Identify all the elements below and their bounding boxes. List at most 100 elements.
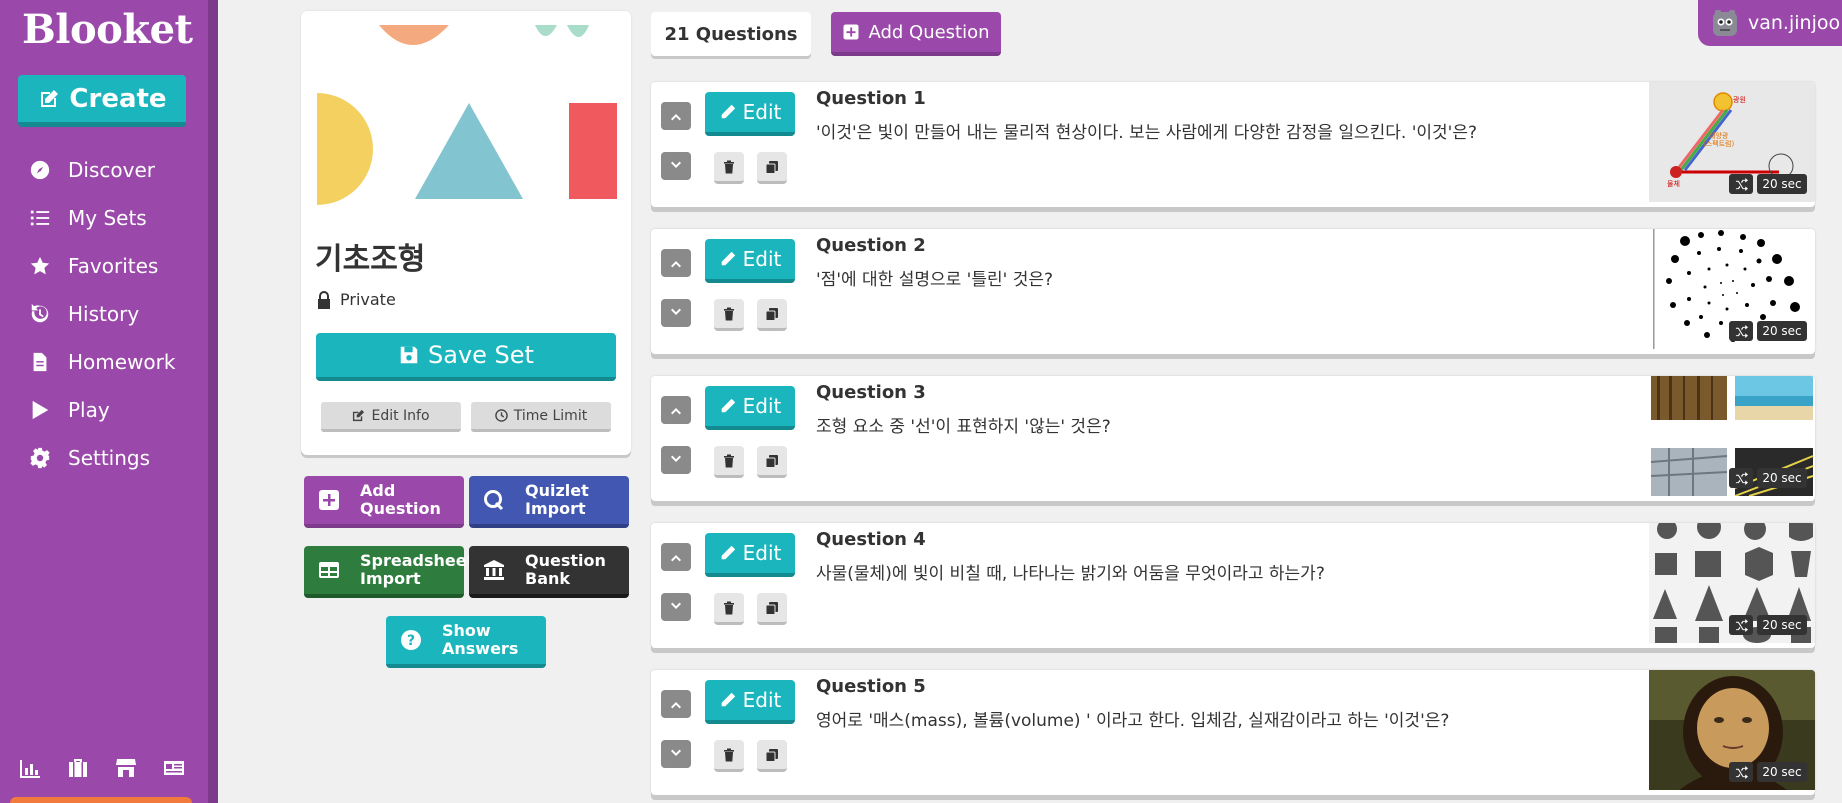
chevron-down-icon [671,455,681,462]
plus-square-icon [316,487,342,513]
sidebar-item-discover[interactable]: Discover [28,146,175,194]
delete-question-button[interactable] [714,152,744,184]
delete-question-button[interactable] [714,299,744,331]
copy-icon [765,160,778,174]
sidebar-item-favorites[interactable]: Favorites [28,242,175,290]
plus-square-icon [843,24,859,40]
sidebar-item-label: History [68,302,140,326]
pencil-icon [721,251,735,266]
stats-icon[interactable] [18,756,42,780]
pencil-icon [721,104,735,119]
time-limit-badge[interactable]: 20 sec [1757,174,1807,194]
question-circle-icon: ? [398,627,424,653]
edit-question-button[interactable]: Edit [705,92,795,136]
add-question-top-button[interactable]: Add Question [831,12,1001,56]
compass-icon [28,158,52,182]
question-bank-button[interactable]: Question Bank [469,546,629,598]
copy-icon [765,748,778,762]
move-up-button[interactable] [661,543,691,571]
play-icon [28,398,52,422]
question-text: 영어로 '매스(mass), 볼륨(volume) ' 이라고 한다. 입체감,… [816,711,1450,731]
store-icon[interactable] [114,756,138,780]
copy-question-button[interactable] [757,446,787,478]
trash-icon [724,160,734,173]
edit-label: Edit [742,100,782,124]
sidebar-item-my-sets[interactable]: My Sets [28,194,175,242]
copy-question-button[interactable] [757,593,787,625]
edit-question-button[interactable]: Edit [705,680,795,724]
edit-question-button[interactable]: Edit [705,533,795,577]
edit-question-button[interactable]: Edit [705,239,795,283]
pencil-icon [721,398,735,413]
copy-question-button[interactable] [757,152,787,184]
sidebar-promo-strip[interactable] [10,797,192,803]
save-icon [400,346,418,364]
edit-icon [353,409,365,422]
move-up-button[interactable] [661,102,691,130]
privacy-indicator[interactable]: Private [316,290,396,309]
time-limit-badge[interactable]: 20 sec [1757,468,1807,488]
question-text: '이것'은 빛이 만들어 내는 물리적 현상이다. 보는 사람에게 다양한 감정… [816,123,1478,143]
edit-question-button[interactable]: Edit [705,386,795,430]
delete-question-button[interactable] [714,740,744,772]
news-icon[interactable] [162,756,186,780]
set-cover-image[interactable] [317,25,617,215]
quizlet-import-button[interactable]: Quizlet Import [469,476,629,528]
shuffle-icon [1735,177,1748,191]
sidebar-bottom-icons [18,756,186,780]
sidebar-item-label: Favorites [68,254,159,278]
copy-question-button[interactable] [757,299,787,331]
spreadsheet-import-button[interactable]: Spreadsheet Import [304,546,474,598]
time-limit-button[interactable]: Time Limit [471,402,611,432]
edit-info-button[interactable]: Edit Info [321,402,461,432]
set-title: 기초조형 [315,242,426,277]
move-down-button[interactable] [661,152,691,180]
question-text: '점'에 대한 설명으로 '틀린' 것은? [816,270,1054,290]
sidebar-item-history[interactable]: History [28,290,175,338]
document-icon [28,350,52,374]
show-answers-button[interactable]: ? Show Answers [386,616,546,668]
time-limit-badge[interactable]: 20 sec [1757,762,1807,782]
move-down-button[interactable] [661,740,691,768]
chevron-down-icon [671,308,681,315]
move-down-button[interactable] [661,593,691,621]
save-set-button[interactable]: Save Set [316,333,616,381]
trash-icon [724,748,734,761]
shuffle-icon [1735,618,1748,632]
question-count: 21 Questions [651,12,811,56]
add-question-button[interactable]: Add Question [304,476,464,528]
briefcase-icon[interactable] [66,756,90,780]
avatar [1713,10,1737,36]
svg-text:태양광: 태양광 [1709,132,1729,140]
create-button[interactable]: Create [18,75,186,127]
move-up-button[interactable] [661,690,691,718]
copy-question-button[interactable] [757,740,787,772]
shuffle-button[interactable] [1729,174,1753,194]
shuffle-button[interactable] [1729,762,1753,782]
set-info-card [301,11,631,455]
sidebar-item-settings[interactable]: Settings [28,434,175,482]
user-menu[interactable]: van.jinjoo [1698,0,1842,46]
question-row: Edit Question 3 조형 요소 중 '선'이 표현하지 '않는' 것… [651,376,1815,501]
delete-question-button[interactable] [714,446,744,478]
move-down-button[interactable] [661,446,691,474]
delete-question-button[interactable] [714,593,744,625]
move-up-button[interactable] [661,396,691,424]
shuffle-button[interactable] [1729,615,1753,635]
chevron-down-icon [671,749,681,756]
time-limit-badge[interactable]: 20 sec [1757,321,1807,341]
shuffle-button[interactable] [1729,321,1753,341]
question-label: Question 4 [816,529,926,550]
save-set-label: Save Set [428,341,534,369]
move-up-button[interactable] [661,249,691,277]
copy-icon [765,307,778,321]
move-down-button[interactable] [661,299,691,327]
copy-icon [765,454,778,468]
time-limit-badge[interactable]: 20 sec [1757,615,1807,635]
shuffle-button[interactable] [1729,468,1753,488]
chevron-up-icon [671,555,681,562]
blooket-logo[interactable]: Blooket [22,6,193,53]
sidebar-item-play[interactable]: Play [28,386,175,434]
star-icon [28,254,52,278]
sidebar-item-homework[interactable]: Homework [28,338,175,386]
